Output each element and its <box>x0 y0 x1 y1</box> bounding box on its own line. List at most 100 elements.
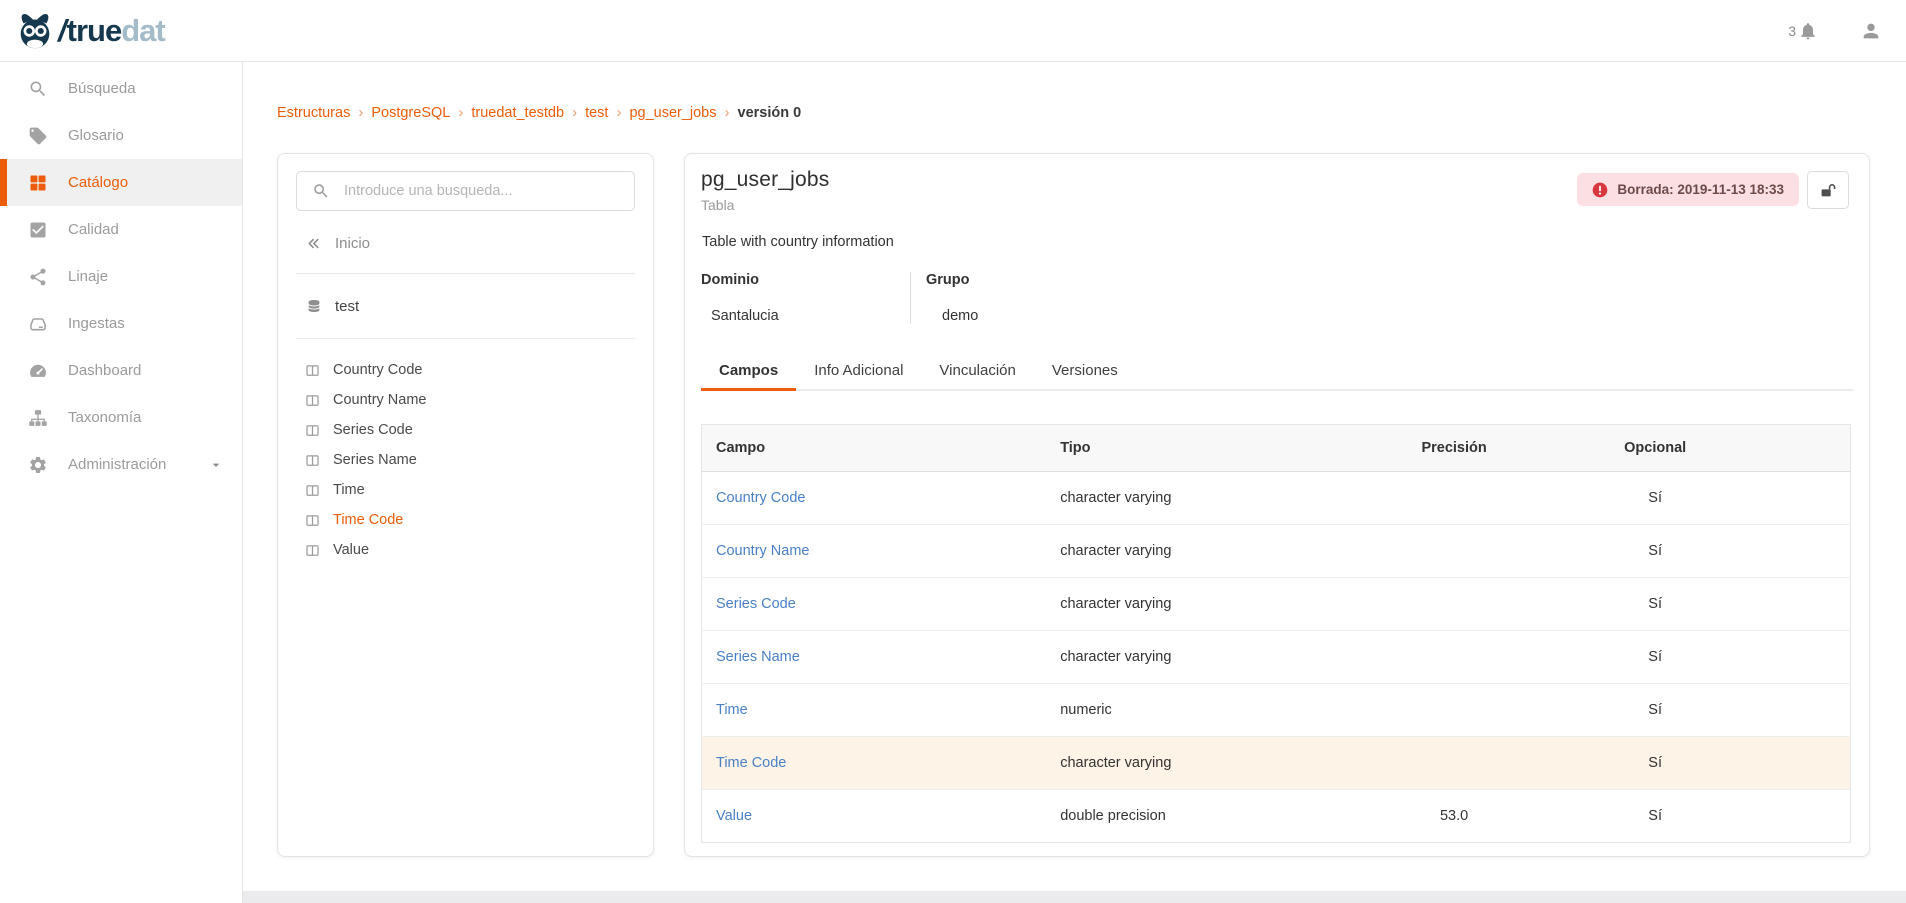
column-header-tipo: Tipo <box>1046 425 1368 472</box>
user-icon[interactable] <box>1860 20 1882 42</box>
structure-header: pg_user_jobs Tabla <box>701 168 830 213</box>
sidebar-item-glosario[interactable]: Glosario <box>0 112 242 159</box>
lock-button[interactable] <box>1807 171 1849 209</box>
cell-campo: Country Name <box>702 525 1047 578</box>
fields-table-wrap: CampoTipoPrecisiónOpcional Country Code … <box>701 424 1851 843</box>
field-link[interactable]: Series Code <box>716 596 796 612</box>
logo-brand-primary: true <box>67 13 122 48</box>
breadcrumb: Estructuras ›PostgreSQL ›truedat_testdb … <box>277 104 801 121</box>
tree-item-label: Series Code <box>333 422 413 438</box>
cell-tipo: character varying <box>1046 578 1368 631</box>
field-link[interactable]: Series Name <box>716 649 800 665</box>
breadcrumb-separator: › <box>608 104 629 121</box>
tree-item-value[interactable]: Value <box>278 535 653 565</box>
sidebar-item-label: Taxonomía <box>68 409 141 426</box>
sidebar-item-busqueda[interactable]: Búsqueda <box>0 65 242 112</box>
breadcrumb-link-truedat-testdb[interactable]: truedat_testdb <box>471 105 564 121</box>
cell-spacer <box>1770 525 1850 578</box>
columns-icon <box>305 513 320 528</box>
table-body: Country Code character varying Sí Countr… <box>702 472 1851 843</box>
domain-value: Santalucia <box>701 308 910 324</box>
columns-icon <box>305 363 320 378</box>
search-icon <box>28 79 48 99</box>
cell-tipo: character varying <box>1046 737 1368 790</box>
cell-tipo: character varying <box>1046 631 1368 684</box>
cell-opcional: Sí <box>1540 578 1770 631</box>
page-title: pg_user_jobs <box>701 168 830 192</box>
logo-slash: / <box>58 13 66 48</box>
field-link[interactable]: Country Code <box>716 490 805 506</box>
columns-icon <box>305 453 320 468</box>
field-link[interactable]: Time <box>716 702 748 718</box>
tree-item-label: Country Code <box>333 362 422 378</box>
breadcrumb-link-pg-user-jobs[interactable]: pg_user_jobs <box>629 105 716 121</box>
cell-precision <box>1368 525 1540 578</box>
breadcrumb-link-estructuras[interactable]: Estructuras <box>277 105 350 121</box>
tree-item-series-code[interactable]: Series Code <box>278 415 653 445</box>
table-header-row: CampoTipoPrecisiónOpcional <box>702 425 1851 472</box>
tree-item-series-name[interactable]: Series Name <box>278 445 653 475</box>
sidebar-item-label: Administración <box>68 456 166 473</box>
sidebar-item-label: Calidad <box>68 221 119 238</box>
notifications-count: 3 <box>1788 23 1796 39</box>
cell-opcional: Sí <box>1540 684 1770 737</box>
cell-precision <box>1368 472 1540 525</box>
sidebar-item-label: Glosario <box>68 127 124 144</box>
search-input[interactable] <box>330 183 634 199</box>
table-row-series-name: Series Name character varying Sí <box>702 631 1851 684</box>
sidebar-item-administracion[interactable]: Administración <box>0 441 242 488</box>
gauge-icon <box>28 361 48 381</box>
sidebar-item-taxonomia[interactable]: Taxonomía <box>0 394 242 441</box>
sidebar-item-linaje[interactable]: Linaje <box>0 253 242 300</box>
sidebar-item-calidad[interactable]: Calidad <box>0 206 242 253</box>
tree-item-label: Series Name <box>333 452 417 468</box>
tags-icon <box>28 126 48 146</box>
breadcrumb-link-postgresql[interactable]: PostgreSQL <box>371 105 450 121</box>
breadcrumb-separator: › <box>717 104 738 121</box>
tab-versiones[interactable]: Versiones <box>1034 353 1136 389</box>
tree-item-country-name[interactable]: Country Name <box>278 385 653 415</box>
logo-brand-secondary: dat <box>121 13 165 48</box>
cell-tipo: double precision <box>1046 790 1368 843</box>
breadcrumb-separator: › <box>350 104 371 121</box>
check-square-icon <box>28 220 48 240</box>
sidebar-item-catalogo[interactable]: Catálogo <box>0 159 242 206</box>
table-row-series-code: Series Code character varying Sí <box>702 578 1851 631</box>
tree-item-country-code[interactable]: Country Code <box>278 355 653 385</box>
tree-item-time[interactable]: Time <box>278 475 653 505</box>
page: { "topbar": { "logo_slash": "/", "logo_b… <box>0 0 1906 903</box>
sidebar-item-dashboard[interactable]: Dashboard <box>0 347 242 394</box>
field-link[interactable]: Time Code <box>716 755 786 771</box>
content-area: Estructuras ›PostgreSQL ›truedat_testdb … <box>243 62 1906 903</box>
cell-precision <box>1368 631 1540 684</box>
structure-panel: pg_user_jobs Tabla Borrada: 2019-11-13 1… <box>684 153 1870 857</box>
tree-item-time-code[interactable]: Time Code <box>278 505 653 535</box>
fields-table: CampoTipoPrecisiónOpcional Country Code … <box>701 424 1851 843</box>
sidebar-item-label: Catálogo <box>68 174 128 191</box>
logo[interactable]: /truedat <box>14 9 165 53</box>
cell-tipo: character varying <box>1046 525 1368 578</box>
tab-info-adicional[interactable]: Info Adicional <box>796 353 921 389</box>
breadcrumb-link-test[interactable]: test <box>585 105 608 121</box>
cell-precision <box>1368 737 1540 790</box>
tree-root-test[interactable]: test <box>278 289 653 323</box>
cell-spacer <box>1770 790 1850 843</box>
tab-campos[interactable]: Campos <box>701 353 796 389</box>
share-icon <box>28 267 48 287</box>
bottom-scroll-strip <box>243 891 1906 903</box>
cell-campo: Time <box>702 684 1047 737</box>
divider <box>296 273 635 274</box>
tab-vinculacion[interactable]: Vinculación <box>921 353 1033 389</box>
back-to-home[interactable]: Inicio <box>278 226 653 260</box>
columns-icon <box>305 483 320 498</box>
owl-logo-icon <box>14 10 56 52</box>
sidebar-item-label: Dashboard <box>68 362 141 379</box>
sidebar-item-ingestas[interactable]: Ingestas <box>0 300 242 347</box>
field-link[interactable]: Country Name <box>716 543 809 559</box>
tree-item-label: Time <box>333 482 365 498</box>
field-link[interactable]: Value <box>716 808 752 824</box>
structure-description: Table with country information <box>702 234 894 250</box>
table-row-country-code: Country Code character varying Sí <box>702 472 1851 525</box>
notifications-button[interactable]: 3 <box>1788 21 1818 41</box>
bell-icon <box>1798 21 1818 41</box>
